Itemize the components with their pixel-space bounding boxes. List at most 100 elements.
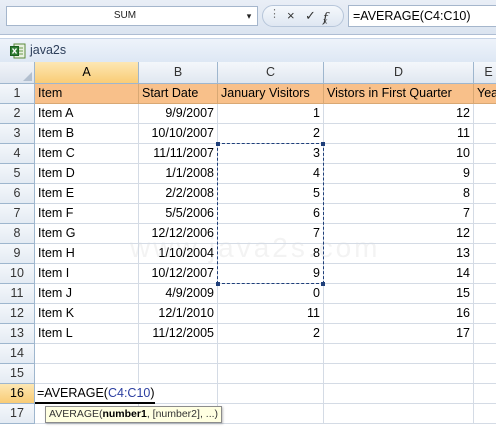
cell-a14[interactable] [35,344,139,364]
cell-b7[interactable]: 5/5/2006 [139,204,218,224]
cell-e5[interactable] [474,164,496,184]
cell-a11[interactable]: Item J [35,284,139,304]
cell-b9[interactable]: 1/10/2004 [139,244,218,264]
cell-d16[interactable] [324,384,474,404]
row-header-9[interactable]: 9 [0,244,35,264]
insert-function-icon[interactable]: fx [323,9,328,26]
cell-b10[interactable]: 10/12/2007 [139,264,218,284]
cell-b14[interactable] [139,344,218,364]
chevron-down-icon[interactable]: ▾ [243,10,255,22]
cell-d10[interactable]: 14 [324,264,474,284]
cell-a1[interactable]: Item [35,84,139,104]
row-header-4[interactable]: 4 [0,144,35,164]
cell-a12[interactable]: Item K [35,304,139,324]
formula-input[interactable]: =AVERAGE(C4:C10) [348,5,496,27]
row-header-2[interactable]: 2 [0,104,35,124]
cancel-icon[interactable]: × [287,8,295,23]
cell-c4[interactable]: 3 [218,144,324,164]
row-header-10[interactable]: 10 [0,264,35,284]
row-header-13[interactable]: 13 [0,324,35,344]
cell-b13[interactable]: 11/12/2005 [139,324,218,344]
cell-a3[interactable]: Item B [35,124,139,144]
cell-e2[interactable] [474,104,496,124]
cell-d1[interactable]: Vistors in First Quarter [324,84,474,104]
row-header-15[interactable]: 15 [0,364,35,384]
cell-c17[interactable] [218,404,324,424]
cell-a15[interactable] [35,364,139,384]
row-header-7[interactable]: 7 [0,204,35,224]
cell-e9[interactable] [474,244,496,264]
cell-a5[interactable]: Item D [35,164,139,184]
cell-e16[interactable] [474,384,496,404]
cell-c15[interactable] [218,364,324,384]
cell-b8[interactable]: 12/12/2006 [139,224,218,244]
column-header-e[interactable]: E [474,62,496,84]
cell-d13[interactable]: 17 [324,324,474,344]
cell-b5[interactable]: 1/1/2008 [139,164,218,184]
cell-a4[interactable]: Item C [35,144,139,164]
cell-d6[interactable]: 8 [324,184,474,204]
cell-c7[interactable]: 6 [218,204,324,224]
cell-c3[interactable]: 2 [218,124,324,144]
cell-d11[interactable]: 15 [324,284,474,304]
cell-d3[interactable]: 11 [324,124,474,144]
cell-c10[interactable]: 9 [218,264,324,284]
cell-c8[interactable]: 7 [218,224,324,244]
row-header-8[interactable]: 8 [0,224,35,244]
row-header-12[interactable]: 12 [0,304,35,324]
cell-e3[interactable] [474,124,496,144]
row-header-17[interactable]: 17 [0,404,35,424]
cell-c13[interactable]: 2 [218,324,324,344]
cell-a10[interactable]: Item I [35,264,139,284]
cell-e15[interactable] [474,364,496,384]
cell-c6[interactable]: 5 [218,184,324,204]
column-header-c[interactable]: C [218,62,324,84]
cell-d9[interactable]: 13 [324,244,474,264]
cell-b3[interactable]: 10/10/2007 [139,124,218,144]
cell-d8[interactable]: 12 [324,224,474,244]
column-header-b[interactable]: B [139,62,218,84]
cell-d14[interactable] [324,344,474,364]
row-header-16[interactable]: 16 [0,384,35,404]
cell-b1[interactable]: Start Date [139,84,218,104]
cell-c1[interactable]: January Visitors [218,84,324,104]
select-all-corner[interactable] [0,62,35,84]
cell-c12[interactable]: 11 [218,304,324,324]
cell-b12[interactable]: 12/1/2010 [139,304,218,324]
cell-c2[interactable]: 1 [218,104,324,124]
column-header-d[interactable]: D [324,62,474,84]
cell-e12[interactable] [474,304,496,324]
cell-d17[interactable] [324,404,474,424]
cell-d4[interactable]: 10 [324,144,474,164]
cell-a6[interactable]: Item E [35,184,139,204]
cell-b15[interactable] [139,364,218,384]
cell-e4[interactable] [474,144,496,164]
row-header-1[interactable]: 1 [0,84,35,104]
cell-e17[interactable] [474,404,496,424]
cell-a2[interactable]: Item A [35,104,139,124]
cell-d7[interactable]: 7 [324,204,474,224]
row-header-6[interactable]: 6 [0,184,35,204]
cell-c16[interactable] [218,384,324,404]
cell-e14[interactable] [474,344,496,364]
cell-b2[interactable]: 9/9/2007 [139,104,218,124]
cell-e11[interactable] [474,284,496,304]
cell-a13[interactable]: Item L [35,324,139,344]
cell-d12[interactable]: 16 [324,304,474,324]
cell-b6[interactable]: 2/2/2008 [139,184,218,204]
row-header-3[interactable]: 3 [0,124,35,144]
row-header-14[interactable]: 14 [0,344,35,364]
cell-a9[interactable]: Item H [35,244,139,264]
column-header-a[interactable]: A [35,62,139,84]
cell-e7[interactable] [474,204,496,224]
cell-b11[interactable]: 4/9/2009 [139,284,218,304]
cell-e13[interactable] [474,324,496,344]
cell-d15[interactable] [324,364,474,384]
cell-d5[interactable]: 9 [324,164,474,184]
cell-c11[interactable]: 0 [218,284,324,304]
cell-e10[interactable] [474,264,496,284]
cell-d2[interactable]: 12 [324,104,474,124]
cell-a8[interactable]: Item G [35,224,139,244]
cell-e6[interactable] [474,184,496,204]
cell-c14[interactable] [218,344,324,364]
